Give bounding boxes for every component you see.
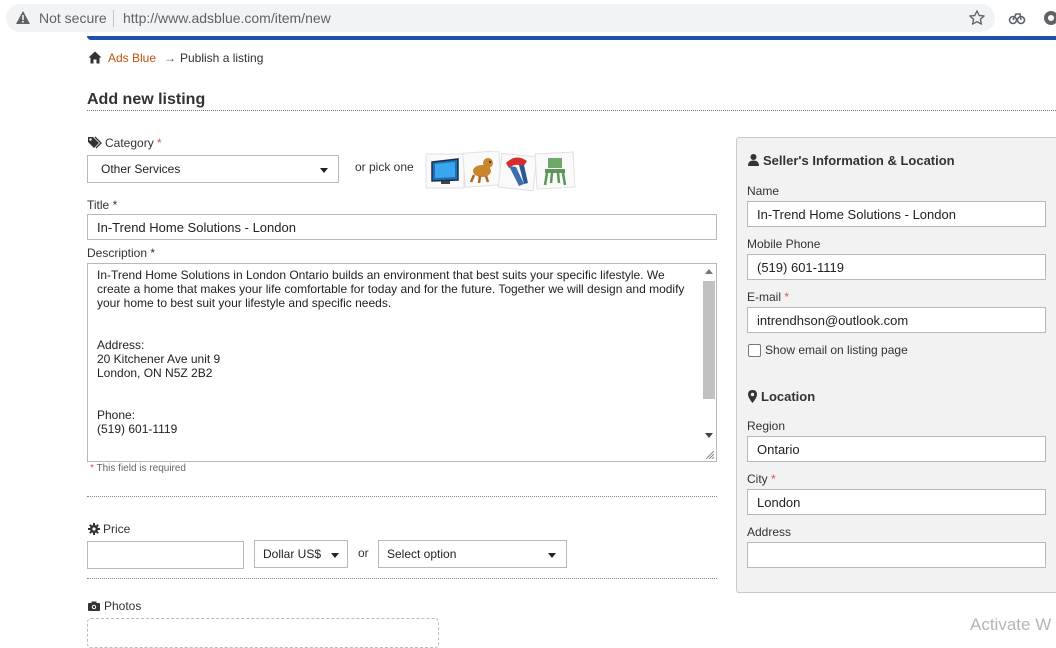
camera-icon xyxy=(88,600,100,614)
home-icon[interactable] xyxy=(88,51,102,67)
name-label: Name xyxy=(747,184,780,198)
scroll-down-icon[interactable] xyxy=(705,433,713,439)
show-email-label[interactable]: Show email on listing page xyxy=(765,343,908,357)
description-textarea[interactable]: In-Trend Home Solutions in London Ontari… xyxy=(87,263,717,462)
activate-windows-watermark: Activate W xyxy=(970,615,1052,634)
required-marker: * xyxy=(150,246,156,260)
resize-handle-icon[interactable] xyxy=(705,450,714,459)
profile-extension-icon[interactable] xyxy=(1042,9,1056,30)
address-input[interactable] xyxy=(747,542,1046,568)
photos-label-text: Photos xyxy=(104,599,142,613)
price-option-value: Select option xyxy=(387,547,457,561)
seller-heading: Seller's Information & Location xyxy=(748,153,955,169)
clothing-icon[interactable] xyxy=(497,152,538,192)
tag-icon xyxy=(88,136,102,152)
email-input[interactable]: intrendhson@outlook.com xyxy=(747,307,1046,333)
required-note-text: This field is required xyxy=(96,463,186,474)
breadcrumb-current: Publish a listing xyxy=(180,51,264,65)
email-label-text: E-mail xyxy=(747,290,782,304)
description-scrollbar[interactable] xyxy=(702,267,715,459)
chevron-down-icon xyxy=(331,553,339,558)
bookmark-star-icon[interactable] xyxy=(968,9,986,30)
title-divider xyxy=(87,110,1056,111)
category-label-text: Category xyxy=(105,136,154,150)
page-title: Add new listing xyxy=(87,91,206,108)
url-text[interactable]: http://www.adsblue.com/item/new xyxy=(123,10,331,26)
chevron-down-icon xyxy=(320,168,328,173)
description-text: In-Trend Home Solutions in London Ontari… xyxy=(97,268,685,436)
required-marker: * xyxy=(784,290,790,304)
city-input[interactable]: London xyxy=(747,489,1046,515)
chair-icon[interactable] xyxy=(534,151,576,190)
scrollbar-thumb[interactable] xyxy=(703,281,715,399)
address-divider xyxy=(113,10,114,27)
mobile-phone-input[interactable]: (519) 601-1119 xyxy=(747,254,1046,280)
title-label-text: Title xyxy=(87,198,110,212)
section-divider xyxy=(87,496,717,497)
category-select[interactable]: Other Services xyxy=(87,155,339,183)
price-option-select[interactable]: Select option xyxy=(378,540,567,568)
required-marker: * xyxy=(157,136,162,150)
user-icon xyxy=(748,154,759,169)
required-marker: * xyxy=(90,463,94,474)
price-label: Price xyxy=(88,522,130,538)
price-input[interactable] xyxy=(87,541,244,569)
price-label-text: Price xyxy=(103,522,131,536)
category-label: Category * xyxy=(88,136,162,152)
pick-one-text: or pick one xyxy=(355,160,414,174)
seller-name-input[interactable]: In-Trend Home Solutions - London xyxy=(747,201,1046,227)
location-heading-text: Location xyxy=(761,389,816,404)
title-label: Title * xyxy=(87,198,117,212)
security-status[interactable]: Not secure xyxy=(39,10,107,26)
tv-monitor-icon[interactable] xyxy=(425,153,465,189)
scroll-up-icon[interactable] xyxy=(705,268,713,274)
description-label: Description * xyxy=(87,246,155,260)
seller-heading-text: Seller's Information & Location xyxy=(763,153,955,168)
extension-icon[interactable] xyxy=(1008,9,1026,30)
region-input[interactable]: Ontario xyxy=(747,436,1046,462)
seller-info-panel: Seller's Information & Location Name In-… xyxy=(736,137,1056,593)
category-select-value: Other Services xyxy=(101,162,181,176)
location-heading: Location xyxy=(748,389,815,406)
required-marker: * xyxy=(771,472,776,486)
currency-value: Dollar US$ xyxy=(263,547,322,561)
section-divider xyxy=(87,578,717,579)
mobile-phone-label: Mobile Phone xyxy=(747,237,821,251)
breadcrumb-separator: → xyxy=(164,51,176,65)
description-label-text: Description xyxy=(87,246,148,260)
warning-icon[interactable] xyxy=(16,11,30,27)
category-quick-icons xyxy=(424,150,580,194)
required-marker: * xyxy=(112,198,118,212)
currency-select[interactable]: Dollar US$ xyxy=(254,540,348,568)
site-header-bar xyxy=(87,36,1056,40)
title-input[interactable]: In-Trend Home Solutions - London xyxy=(87,214,717,240)
city-label-text: City xyxy=(747,472,768,486)
chevron-down-icon xyxy=(548,553,556,558)
show-email-checkbox[interactable] xyxy=(748,344,761,357)
email-label: E-mail * xyxy=(747,290,789,304)
photo-upload-area[interactable] xyxy=(87,618,439,648)
region-label: Region xyxy=(747,419,786,433)
or-text: or xyxy=(358,546,369,560)
city-label: City * xyxy=(747,472,776,486)
map-marker-icon xyxy=(748,390,757,406)
dog-icon[interactable] xyxy=(462,150,502,188)
required-field-note: * This field is required xyxy=(90,463,186,474)
address-label: Address xyxy=(747,525,792,539)
gear-icon xyxy=(88,523,100,538)
photos-label: Photos xyxy=(88,599,141,614)
breadcrumb-home-link[interactable]: Ads Blue xyxy=(108,51,156,65)
